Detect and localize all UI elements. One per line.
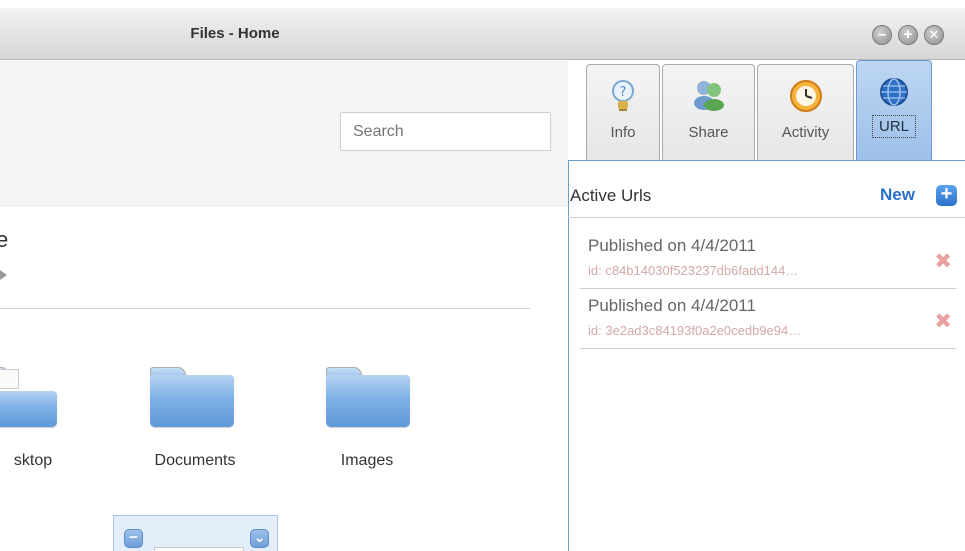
folder-label-images[interactable]: Images xyxy=(297,452,437,470)
title-bar: Files - Home – + ✕ xyxy=(0,8,965,60)
mini-panel: − ⌄ xyxy=(113,515,278,551)
url-published-date: Published on 4/4/2011 xyxy=(588,236,756,255)
url-id: id: c84b14030f523237db6fadd144… xyxy=(588,263,799,278)
lightbulb-icon: ? xyxy=(610,79,636,118)
active-urls-title: Active Urls xyxy=(570,186,652,205)
folder-label-desktop[interactable]: sktop xyxy=(0,452,103,470)
divider xyxy=(0,308,530,309)
folder-documents[interactable] xyxy=(150,367,234,427)
url-id: id: 3e2ad3c84193f0a2e0cedb9e94… xyxy=(588,323,802,338)
list-item[interactable]: Published on 4/4/2011 id: 3e2ad3c84193f0… xyxy=(580,289,956,349)
globe-icon xyxy=(879,77,909,112)
collapse-button[interactable]: − xyxy=(124,529,143,548)
window-title: Files - Home xyxy=(190,25,280,42)
add-icon[interactable]: + xyxy=(936,184,957,206)
divider xyxy=(568,217,965,218)
page-title: e xyxy=(0,227,9,252)
url-published-date: Published on 4/4/2011 xyxy=(588,296,756,315)
svg-text:?: ? xyxy=(620,85,627,100)
delete-icon[interactable]: ✖ xyxy=(934,309,952,334)
close-button[interactable]: ✕ xyxy=(924,25,944,45)
search-input[interactable] xyxy=(340,112,551,151)
folder-images[interactable] xyxy=(326,367,410,427)
users-icon xyxy=(692,79,726,116)
clock-icon xyxy=(789,79,823,118)
delete-icon[interactable]: ✖ xyxy=(934,249,952,274)
tab-url[interactable]: URL xyxy=(856,60,932,161)
url-list: Published on 4/4/2011 id: c84b14030f5232… xyxy=(580,229,956,349)
folder-desktop[interactable] xyxy=(0,367,57,427)
folder-label-documents[interactable]: Documents xyxy=(125,452,265,470)
list-item[interactable]: Published on 4/4/2011 id: c84b14030f5232… xyxy=(580,229,956,289)
dropdown-button[interactable]: ⌄ xyxy=(250,529,269,548)
folder-open-icon xyxy=(0,369,19,389)
minimize-button[interactable]: – xyxy=(872,25,892,45)
url-panel xyxy=(568,160,965,551)
tab-activity[interactable]: Activity xyxy=(757,64,854,161)
tab-share[interactable]: Share xyxy=(662,64,755,161)
tab-info[interactable]: ? Info xyxy=(586,64,660,161)
breadcrumb-arrow-icon[interactable] xyxy=(0,270,7,280)
mini-input[interactable] xyxy=(154,547,244,551)
maximize-button[interactable]: + xyxy=(898,25,918,45)
new-url-link[interactable]: New xyxy=(880,185,915,205)
